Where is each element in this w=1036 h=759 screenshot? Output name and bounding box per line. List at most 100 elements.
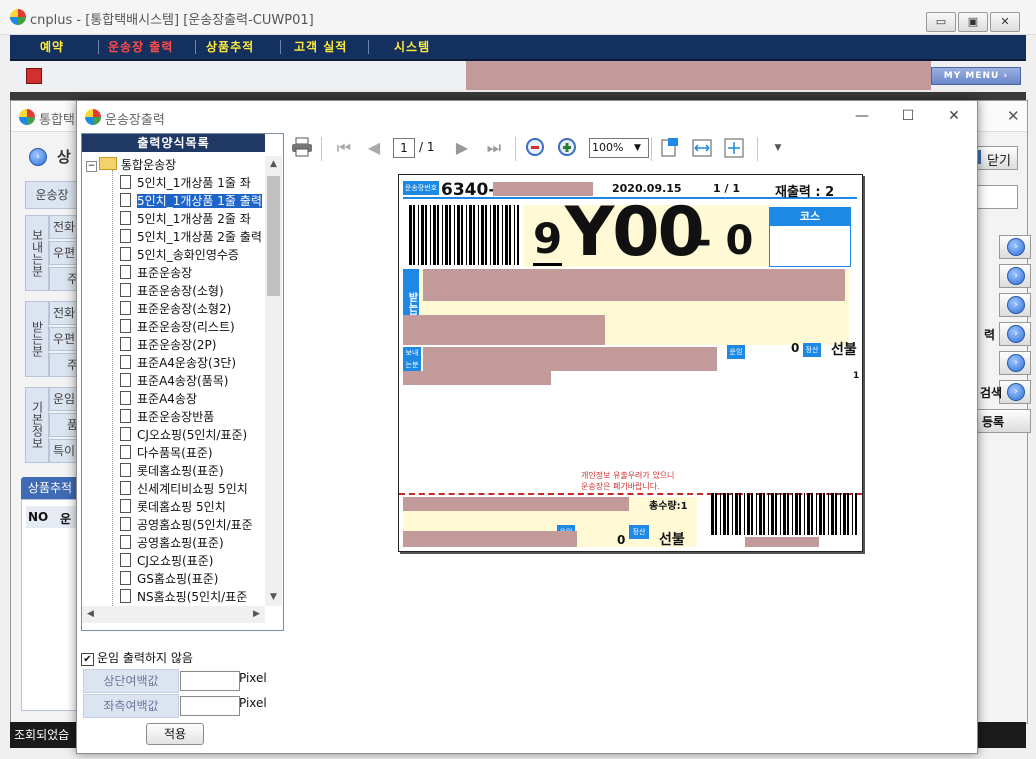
tree-item[interactable]: 표준운송장(소형2): [120, 300, 231, 318]
grid-header: NO 운: [26, 506, 76, 528]
prev-page-icon[interactable]: ◀: [363, 137, 385, 159]
tree-item[interactable]: 5인치_1개상품 2줄 좌: [120, 210, 251, 228]
left-margin-label: 좌측여백값: [83, 694, 179, 718]
no-fare-checkbox[interactable]: ✔: [81, 653, 94, 666]
document-icon: [120, 319, 131, 333]
receiver-phone-label: 전화: [49, 301, 79, 325]
tree-item[interactable]: 표준운송장(리스트): [120, 318, 235, 336]
tree-item[interactable]: 표준A4운송장(3단): [120, 354, 236, 372]
print-format-tree-panel: 출력양식목록 − 통합운송장 5인치_1개상품 1줄 좌 5인치_1개상품 1줄 출력…: [81, 133, 284, 631]
document-icon: [120, 463, 131, 477]
page-setup-icon[interactable]: [659, 137, 681, 159]
register-action-button[interactable]: 등록: [977, 409, 1031, 433]
tree-item[interactable]: 공영홈쇼핑(표준): [120, 534, 224, 552]
print-icon[interactable]: [291, 137, 313, 159]
zoom-in-icon[interactable]: [557, 137, 579, 159]
course-box: 코스: [769, 207, 851, 267]
my-menu-button[interactable]: MY MENU ›: [931, 67, 1021, 85]
tree-item[interactable]: CJ오쇼핑(5인치/표준): [120, 426, 247, 444]
tab-tracking[interactable]: 상품추적: [21, 477, 79, 499]
tree-root-node[interactable]: − 통합운송장: [82, 156, 176, 174]
fit-width-icon[interactable]: [691, 137, 713, 159]
tree-item[interactable]: 표준A4송장: [120, 390, 197, 408]
tree-item-label: 5인치_1개상품 1줄 좌: [137, 176, 251, 190]
apply-button[interactable]: 적용: [146, 723, 204, 745]
restore-button[interactable]: ▣: [958, 12, 988, 32]
last-page-icon[interactable]: ⏭: [483, 137, 505, 159]
tree-expand-icon[interactable]: −: [86, 161, 97, 172]
tree-scroll-thumb[interactable]: [267, 176, 280, 296]
first-page-icon[interactable]: ⏮: [333, 137, 355, 159]
document-icon: [120, 427, 131, 441]
left-margin-unit: Pixel: [239, 696, 267, 710]
tree-item[interactable]: 5인치_1개상품 2줄 출력: [120, 228, 262, 246]
zoom-out-icon[interactable]: [525, 137, 547, 159]
tree-item-label: 표준A4운송장(3단): [137, 356, 237, 370]
tree-item[interactable]: 5인치_1개상품 1줄 좌: [120, 174, 251, 192]
scroll-left-icon[interactable]: ◀: [82, 606, 99, 623]
child-close-icon[interactable]: ✕: [1007, 107, 1020, 125]
print-format-tree[interactable]: − 통합운송장 5인치_1개상품 1줄 좌 5인치_1개상품 1줄 출력 5인치_1개상…: [82, 156, 263, 606]
search-action-button[interactable]: 검색 ›: [980, 380, 1031, 404]
page-number-input[interactable]: 1: [393, 138, 415, 158]
dialog-maximize-button[interactable]: ☐: [885, 105, 931, 127]
left-margin-input[interactable]: [180, 696, 240, 716]
search-action-label: 검색: [980, 386, 1003, 400]
dialog-minimize-button[interactable]: —: [839, 105, 885, 127]
fit-page-icon[interactable]: [723, 137, 745, 159]
close-action-label: 닫기: [987, 154, 1011, 169]
zoom-select[interactable]: 100% ▼: [589, 138, 649, 158]
tree-vertical-scrollbar[interactable]: ▲ ▼: [265, 156, 282, 606]
tree-item[interactable]: CJ오쇼핑(표준): [120, 552, 213, 570]
close-button[interactable]: ✕: [990, 12, 1020, 32]
tree-item-label: 표준운송장(리스트): [137, 320, 235, 334]
tree-item[interactable]: 표준운송장(2P): [120, 336, 216, 354]
redacted-area: [423, 269, 845, 301]
tree-item[interactable]: 표준A4송장(품목): [120, 372, 228, 390]
tree-item[interactable]: 신세계티비쇼핑 5인치: [120, 480, 248, 498]
tree-horizontal-scrollbar[interactable]: ◀ ▶: [82, 606, 265, 623]
grid-col-no: NO: [28, 510, 49, 524]
scroll-right-icon[interactable]: ▶: [248, 606, 265, 623]
side-action-button[interactable]: ›: [999, 293, 1031, 317]
toolbar-dropdown-icon[interactable]: ▼: [767, 137, 789, 159]
grid-col-un: 운: [60, 512, 72, 526]
side-action-button[interactable]: ›: [999, 351, 1031, 375]
menu-system[interactable]: 시스템: [394, 38, 430, 55]
basic-info-group-label: 기본정보: [25, 387, 49, 463]
print-action-button[interactable]: 력 ›: [984, 322, 1031, 346]
dialog-close-button[interactable]: ✕: [931, 105, 977, 127]
tree-item[interactable]: 공영홈쇼핑(5인치/표준: [120, 516, 253, 534]
tree-item[interactable]: 5인치_1개상품 1줄 출력: [120, 192, 263, 210]
exit-icon[interactable]: [26, 68, 42, 84]
tree-item[interactable]: 표준운송장반품: [120, 408, 214, 426]
tree-item-label: 다수품목(표준): [137, 446, 213, 460]
special-label: 특이: [49, 439, 79, 463]
minimize-button[interactable]: ▭: [926, 12, 956, 32]
tree-item[interactable]: GS홈쇼핑(표준): [120, 570, 218, 588]
side-action-button[interactable]: ›: [999, 235, 1031, 259]
tree-item[interactable]: 롯데홈쇼핑(표준): [120, 462, 224, 480]
tree-item[interactable]: 5인치_송화인영수증: [120, 246, 239, 264]
scroll-down-icon[interactable]: ▼: [265, 589, 282, 606]
scroll-up-icon[interactable]: ▲: [265, 156, 282, 173]
tree-item[interactable]: 다수품목(표준): [120, 444, 213, 462]
menu-tracking[interactable]: 상품추적: [206, 38, 254, 55]
document-icon: [120, 589, 131, 603]
prepaid-label: 선불: [831, 342, 857, 358]
menu-reservation[interactable]: 예약: [40, 38, 64, 55]
tree-item-label: GS홈쇼핑(표준): [137, 572, 219, 586]
tree-item[interactable]: NS홈쇼핑(5인치/표준: [120, 588, 247, 606]
document-icon: [120, 499, 131, 513]
document-icon: [120, 535, 131, 549]
tree-item[interactable]: 롯데홈쇼핑 5인치: [120, 498, 226, 516]
tree-item[interactable]: 표준운송장(소형): [120, 282, 224, 300]
redacted-area: [403, 371, 551, 385]
next-page-icon[interactable]: ▶: [451, 137, 473, 159]
tree-item[interactable]: 표준운송장: [120, 264, 192, 282]
top-margin-input[interactable]: [180, 671, 240, 691]
fare-label: 운임: [49, 387, 79, 411]
side-action-button[interactable]: ›: [999, 264, 1031, 288]
menu-customer-performance[interactable]: 고객 실적: [294, 38, 347, 55]
menu-waybill-print[interactable]: 운송장 출력: [108, 38, 173, 55]
